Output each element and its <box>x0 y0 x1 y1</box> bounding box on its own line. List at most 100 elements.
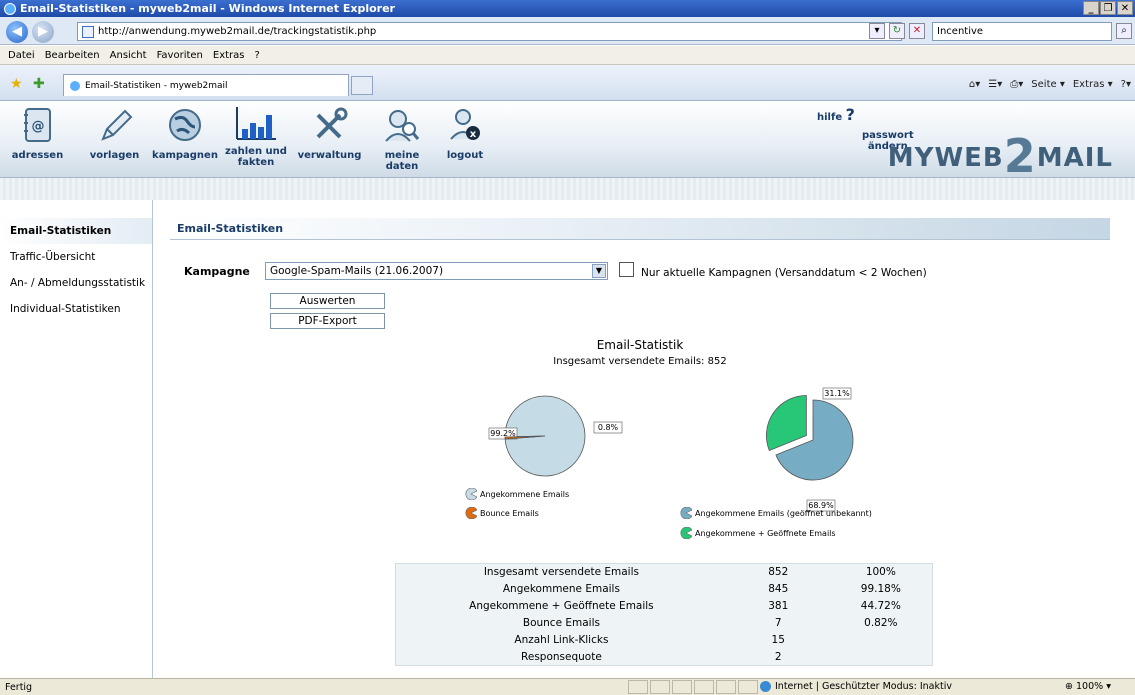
nav-label-adressen: adressen <box>11 150 64 161</box>
menu-help[interactable]: ? <box>255 50 260 61</box>
table-row: Angekommene Emails 845 99.18% <box>396 581 933 598</box>
back-icon[interactable]: ◀ <box>6 21 28 43</box>
table-row: Anzahl Link-Klicks 15 <box>396 632 933 649</box>
evaluate-button[interactable]: Auswerten <box>270 293 385 309</box>
table-row: Insgesamt versendete Emails 852 100% <box>396 564 933 581</box>
zoom-level[interactable]: ⊕ 100% ▾ <box>1065 681 1111 692</box>
address-input[interactable]: http://anwendung.myweb2mail.de/trackings… <box>77 22 902 41</box>
internet-globe-icon <box>760 681 771 692</box>
stat-percent <box>830 632 933 649</box>
nav-adressen[interactable]: @ adressen <box>5 105 70 161</box>
stat-percent: 99.18% <box>860 583 901 595</box>
stat-count: 381 <box>768 600 789 612</box>
page-menu[interactable]: Seite ▾ <box>1031 79 1065 90</box>
window-titlebar: Email-Statistiken - myweb2mail - Windows… <box>0 0 1135 17</box>
pdf-export-button[interactable]: PDF-Export <box>270 313 385 329</box>
new-tab-button[interactable] <box>351 76 373 95</box>
app-header: @ adressen vorlagen kampagnen zahlen und… <box>0 101 1135 183</box>
stat-label: Angekommene Emails <box>502 583 620 595</box>
status-cell <box>738 680 758 694</box>
stat-label: Angekommene + Geöffnete Emails <box>469 600 654 612</box>
nav-label-kampagnen: kampagnen <box>152 150 218 161</box>
chevron-down-icon[interactable]: ▼ <box>592 264 606 278</box>
refresh-icon[interactable]: ↻ <box>889 23 905 39</box>
nav-label-logout: logout <box>446 150 484 161</box>
minimize-icon[interactable]: _ <box>1083 1 1099 15</box>
menu-bearbeiten[interactable]: Bearbeiten <box>45 50 100 61</box>
sidebar-item-individual[interactable]: Individual-Statistiken <box>0 296 152 322</box>
sidebar: Email-Statistiken Traffic-Übersicht An- … <box>0 200 153 678</box>
stat-percent: 0.82% <box>864 617 898 629</box>
tools-icon <box>316 107 347 139</box>
user-search-icon <box>385 110 420 142</box>
nav-label-meine-daten: meine daten <box>384 150 420 172</box>
nav-verwaltung[interactable]: verwaltung <box>292 105 367 161</box>
page-icon <box>82 25 94 38</box>
stat-count: 845 <box>768 583 789 595</box>
legend-label-bounce: Bounce Emails <box>480 508 539 518</box>
search-icon[interactable]: ⌕ <box>1116 23 1132 39</box>
home-icon[interactable]: ⌂▾ <box>969 79 980 90</box>
help-circle-icon[interactable]: ?▾ <box>1121 79 1131 90</box>
svg-text:x: x <box>470 129 477 140</box>
stat-percent: 44.72% <box>860 600 901 612</box>
sidebar-item-abmeldung[interactable]: An- / Abmeldungsstatistik <box>0 270 152 296</box>
main-content: Email-Statistiken Kampagne Google-Spam-M… <box>170 218 1110 678</box>
zoom-magnifier-icon: ⊕ <box>1065 681 1073 692</box>
ie-logo-icon <box>4 2 16 15</box>
stop-icon[interactable]: ✕ <box>909 23 925 39</box>
nav-label-verwaltung: verwaltung <box>297 150 362 161</box>
zone-label: Internet | Geschützter Modus: Inaktiv <box>775 681 952 692</box>
svg-text:@: @ <box>31 119 44 134</box>
nav-meine-daten[interactable]: meine daten <box>368 105 436 172</box>
sidebar-item-traffic[interactable]: Traffic-Übersicht <box>0 244 152 270</box>
pie-slice <box>765 395 807 452</box>
stat-count: 15 <box>771 634 785 646</box>
dropdown-arrow-icon[interactable]: ▾ <box>869 23 885 39</box>
favorites-star-icon[interactable]: ★ <box>10 76 23 92</box>
tools-menu[interactable]: Extras ▾ <box>1073 79 1113 90</box>
campaign-select[interactable]: Google-Spam-Mails (21.06.2007) ▼ <box>265 262 608 280</box>
command-bar: ⌂▾ ☰▾ ⎙▾ Seite ▾ Extras ▾ ?▾ <box>969 75 1135 93</box>
status-bar: Fertig Internet | Geschützter Modus: Ina… <box>0 678 1135 695</box>
forward-icon[interactable]: ▶ <box>32 21 54 43</box>
menu-ansicht[interactable]: Ansicht <box>110 50 147 61</box>
legend-label-geoeffnet: Angekommene + Geöffnete Emails <box>695 528 836 538</box>
restore-icon[interactable]: ❐ <box>1100 1 1116 15</box>
menu-favoriten[interactable]: Favoriten <box>157 50 203 61</box>
sidebar-item-email-statistiken[interactable]: Email-Statistiken <box>0 218 152 244</box>
help-label: hilfe <box>817 112 843 123</box>
nav-logout[interactable]: x logout <box>440 105 490 161</box>
nav-kampagnen[interactable]: kampagnen <box>150 105 220 161</box>
help-link[interactable]: hilfe ? <box>817 105 855 124</box>
current-campaigns-checkbox[interactable] <box>619 262 634 277</box>
chart-title: Email-Statistik <box>596 338 684 352</box>
status-text: Fertig <box>5 682 33 693</box>
window-title: Email-Statistiken - myweb2mail - Windows… <box>20 2 395 15</box>
search-input[interactable]: Incentive <box>932 22 1112 41</box>
feeds-icon[interactable]: ☰▾ <box>988 79 1002 90</box>
decorative-stripe <box>0 178 1135 200</box>
stat-percent <box>830 649 933 666</box>
stat-count: 852 <box>768 566 789 579</box>
security-zone[interactable]: Internet | Geschützter Modus: Inaktiv <box>760 681 952 692</box>
status-cells <box>628 680 760 694</box>
stat-label: Responsequote <box>521 650 602 663</box>
print-icon[interactable]: ⎙▾ <box>1010 79 1023 90</box>
pie-label: 31.1% <box>822 387 852 400</box>
menu-datei[interactable]: Datei <box>8 50 35 61</box>
status-cell <box>694 680 714 694</box>
nav-label-fakten: fakten <box>237 157 275 168</box>
tab-bar: ★ ✚ Email-Statistiken - myweb2mail ⌂▾ ☰▾… <box>0 65 1135 101</box>
legend-item-geoeffnet: Angekommene + Geöffnete Emails <box>680 527 836 539</box>
nav-vorlagen[interactable]: vorlagen <box>82 105 147 161</box>
pencil-icon <box>100 109 132 141</box>
tab-title: Email-Statistiken - myweb2mail <box>85 80 228 91</box>
tab-email-statistiken[interactable]: Email-Statistiken - myweb2mail <box>63 74 349 96</box>
close-icon[interactable]: ✕ <box>1117 1 1133 15</box>
add-favorite-icon[interactable]: ✚ <box>33 76 45 92</box>
nav-zahlen-und-fakten[interactable]: zahlen und fakten <box>222 105 290 168</box>
menu-extras[interactable]: Extras <box>213 50 245 61</box>
status-cell <box>716 680 736 694</box>
menu-bar: Datei Bearbeiten Ansicht Favoriten Extra… <box>0 46 1135 65</box>
